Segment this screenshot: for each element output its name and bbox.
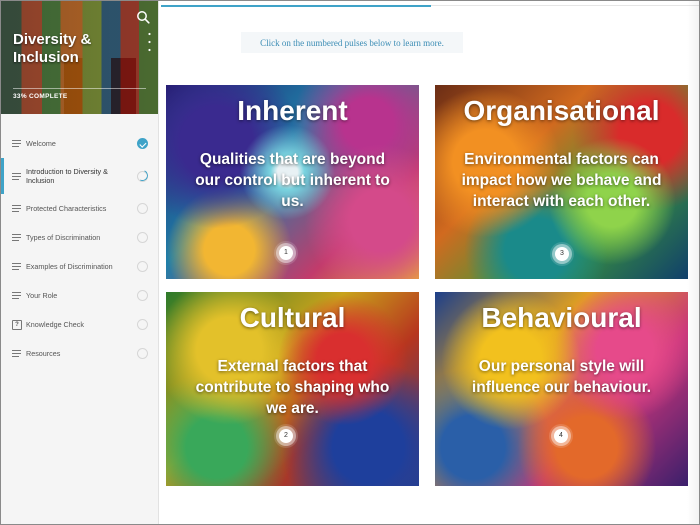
search-icon[interactable] (136, 10, 150, 24)
lines-icon (12, 263, 21, 270)
card-text: External factors that contribute to shap… (195, 358, 390, 417)
sidebar-item-introduction[interactable]: Introduction to Diversity & Inclusion (1, 158, 158, 194)
sidebar-item-label: Types of Discrimination (26, 233, 101, 242)
card-inherent: Inherent Qualities that are beyond our c… (166, 85, 419, 279)
card-title: Organisational (463, 95, 660, 126)
sidebar-item-label: Your Role (26, 291, 58, 300)
card-behavioural: Behavioural Our personal style will infl… (435, 292, 688, 486)
lines-icon (12, 292, 21, 299)
course-title: Diversity & Inclusion (13, 31, 92, 66)
sidebar-item-types-of-discrimination[interactable]: Types of Discrimination (1, 223, 158, 252)
card-text: Environmental factors can impact how we … (461, 151, 662, 210)
lines-icon (12, 140, 21, 147)
not-started-icon (137, 232, 148, 243)
course-banner: Diversity & Inclusion 33% COMPLETE (1, 1, 158, 114)
in-progress-icon (137, 170, 148, 182)
progress-divider (13, 88, 146, 89)
card-text: Qualities that are beyond our control bu… (195, 151, 390, 210)
pulse-button[interactable]: 2 (279, 429, 293, 443)
sidebar-item-examples-of-discrimination[interactable]: Examples of Discrimination (1, 252, 158, 281)
sidebar-item-label: Protected Characteristics (26, 204, 107, 213)
sidebar-item-label: Welcome (26, 139, 56, 148)
current-item-indicator (1, 158, 4, 194)
complete-check-icon (137, 138, 148, 149)
lines-icon (12, 172, 21, 180)
sidebar-item-your-role[interactable]: Your Role (1, 281, 158, 310)
not-started-icon (137, 348, 148, 359)
sidebar-item-protected-characteristics[interactable]: Protected Characteristics (1, 194, 158, 223)
sidebar-item-label: Introduction to Diversity & Inclusion (26, 167, 108, 185)
pulse-button[interactable]: 4 (554, 429, 568, 443)
sidebar-item-label: Examples of Discrimination (26, 262, 113, 271)
lesson-progress-bar (161, 5, 431, 7)
sidebar-item-label: Knowledge Check (26, 320, 84, 329)
course-progress-text: 33% COMPLETE (13, 93, 68, 100)
sidebar-item-welcome[interactable]: Welcome (1, 129, 158, 158)
sidebar-item-resources[interactable]: Resources (1, 339, 158, 368)
card-title: Behavioural (481, 302, 642, 333)
lines-icon (12, 205, 21, 212)
lesson-list: Welcome Introduction to Diversity & Incl… (1, 129, 158, 368)
sidebar: Diversity & Inclusion 33% COMPLETE Welco… (1, 1, 159, 524)
card-cultural: Cultural External factors that contribut… (166, 292, 419, 486)
sidebar-item-knowledge-check[interactable]: ? Knowledge Check (1, 310, 158, 339)
more-options-icon[interactable] (148, 31, 151, 53)
lines-icon (12, 350, 21, 357)
lines-icon (12, 234, 21, 241)
sidebar-item-label: Resources (26, 349, 61, 358)
progress-track (431, 5, 699, 6)
pulse-button[interactable]: 3 (555, 247, 569, 261)
not-started-icon (137, 203, 148, 214)
app-frame: Diversity & Inclusion 33% COMPLETE Welco… (0, 0, 700, 525)
not-started-icon (137, 261, 148, 272)
scroll-edge (687, 1, 699, 524)
card-title: Cultural (239, 302, 346, 333)
quiz-icon: ? (12, 319, 22, 330)
instruction-text: Click on the numbered pulses below to le… (241, 32, 463, 53)
pulse-button[interactable]: 1 (279, 246, 293, 260)
card-title: Inherent (237, 95, 348, 126)
not-started-icon (137, 319, 148, 330)
card-organisational: Organisational Environmental factors can… (435, 85, 688, 279)
card-text: Our personal style will influence our be… (471, 358, 652, 396)
not-started-icon (137, 290, 148, 301)
